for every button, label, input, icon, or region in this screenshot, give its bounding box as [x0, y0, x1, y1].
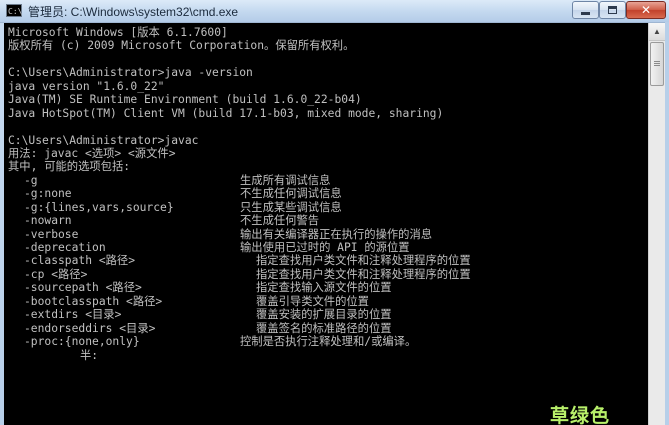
console-line: C:\Users\Administrator>java -version	[8, 66, 253, 80]
option-desc: 输出有关编译器正在执行的操作的消息	[240, 227, 433, 241]
option-key: -g:none	[24, 187, 72, 201]
option-key: -g:{lines,vars,source}	[24, 200, 174, 214]
option-desc: 指定查找用户类文件和注释处理程序的位置	[256, 254, 471, 268]
option-row: -nowarn 不生成任何警告	[8, 214, 648, 227]
option-desc: 指定查找用户类文件和注释处理程序的位置	[256, 267, 471, 281]
option-row: -deprecation 输出使用已过时的 API 的源位置	[8, 241, 648, 254]
option-key: -endorseddirs <目录>	[24, 321, 156, 335]
maximize-icon	[608, 6, 617, 14]
option-desc: 覆盖安装的扩展目录的位置	[256, 308, 392, 322]
option-row: -bootclasspath <路径> 覆盖引导类文件的位置	[8, 295, 648, 308]
option-desc: 生成所有调试信息	[240, 173, 331, 187]
close-icon: ✕	[640, 3, 652, 17]
watermark-label: 草绿色	[550, 405, 611, 425]
chevron-up-icon: ▲	[653, 27, 661, 36]
option-key: -classpath <路径>	[24, 254, 136, 268]
option-key: -verbose	[24, 227, 79, 241]
option-desc: 覆盖签名的标准路径的位置	[256, 321, 392, 335]
option-row: -g:{lines,vars,source} 只生成某些调试信息	[8, 201, 648, 214]
option-desc: 不生成任何调试信息	[240, 187, 342, 201]
console-text: Microsoft Windows [版本 6.1.7600] 版权所有 (c) …	[4, 23, 648, 362]
option-row: 半:	[8, 349, 648, 362]
scroll-up-button[interactable]: ▲	[649, 23, 665, 41]
grip-line	[654, 65, 660, 66]
option-key: -proc:{none,only}	[24, 335, 140, 349]
option-key: -extdirs <目录>	[24, 308, 122, 322]
option-row: -sourcepath <路径> 指定查找输入源文件的位置	[8, 281, 648, 294]
option-desc: 覆盖引导类文件的位置	[256, 294, 369, 308]
window-frame-edge	[665, 22, 669, 425]
option-row: -endorseddirs <目录> 覆盖签名的标准路径的位置	[8, 322, 648, 335]
maximize-button[interactable]	[599, 1, 626, 19]
option-desc: 控制是否执行注释处理和/或编译。	[240, 335, 417, 349]
option-row: -proc:{none,only} 控制是否执行注释处理和/或编译。	[8, 335, 648, 348]
option-key: -bootclasspath <路径>	[24, 294, 163, 308]
option-desc: 只生成某些调试信息	[240, 200, 342, 214]
cmd-window: C:\ 管理员: C:\Windows\system32\cmd.exe ✕ M…	[0, 0, 669, 425]
truncated-line: 半:	[80, 348, 99, 362]
grip-line	[654, 63, 660, 64]
title-bar[interactable]: C:\ 管理员: C:\Windows\system32\cmd.exe ✕	[0, 0, 669, 23]
option-row: -g 生成所有调试信息	[8, 174, 648, 187]
vertical-scrollbar[interactable]: ▲	[648, 23, 665, 425]
option-row: -classpath <路径> 指定查找用户类文件和注释处理程序的位置	[8, 254, 648, 267]
option-row: -verbose 输出有关编译器正在执行的操作的消息	[8, 228, 648, 241]
option-desc: 指定查找输入源文件的位置	[256, 281, 392, 295]
close-button[interactable]: ✕	[626, 1, 666, 19]
option-row: -extdirs <目录> 覆盖安装的扩展目录的位置	[8, 308, 648, 321]
cmd-app-icon[interactable]: C:\	[6, 4, 22, 17]
option-key: -deprecation	[24, 241, 106, 254]
console-line: java version "1.6.0_22"	[8, 79, 165, 93]
console-line: 其中, 可能的选项包括:	[8, 160, 131, 174]
minimize-button[interactable]	[572, 1, 599, 19]
option-desc: 不生成任何警告	[240, 214, 320, 228]
console-line: 版权所有 (c) 2009 Microsoft Corporation。保留所有…	[8, 39, 355, 53]
console-line: Java(TM) SE Runtime Environment (build 1…	[8, 93, 362, 107]
console-line: Microsoft Windows [版本 6.1.7600]	[8, 26, 228, 39]
option-key: -sourcepath <路径>	[24, 281, 142, 295]
window-title: 管理员: C:\Windows\system32\cmd.exe	[28, 5, 239, 19]
console-line: Java HotSpot(TM) Client VM (build 17.1-b…	[8, 106, 444, 120]
option-key: -g	[24, 173, 38, 187]
scroll-thumb[interactable]	[650, 42, 664, 86]
console-line: 用法: javac <选项> <源文件>	[8, 146, 176, 160]
minimize-icon	[581, 12, 590, 15]
option-key: -nowarn	[24, 214, 72, 228]
console-line: C:\Users\Administrator>javac	[8, 133, 199, 147]
option-key: -cp <路径>	[24, 267, 88, 281]
grip-line	[654, 61, 660, 62]
console-output[interactable]: Microsoft Windows [版本 6.1.7600] 版权所有 (c) …	[4, 23, 648, 425]
option-desc: 输出使用已过时的 API 的源位置	[240, 241, 410, 254]
option-row: -g:none 不生成任何调试信息	[8, 187, 648, 200]
option-row: -cp <路径> 指定查找用户类文件和注释处理程序的位置	[8, 268, 648, 281]
